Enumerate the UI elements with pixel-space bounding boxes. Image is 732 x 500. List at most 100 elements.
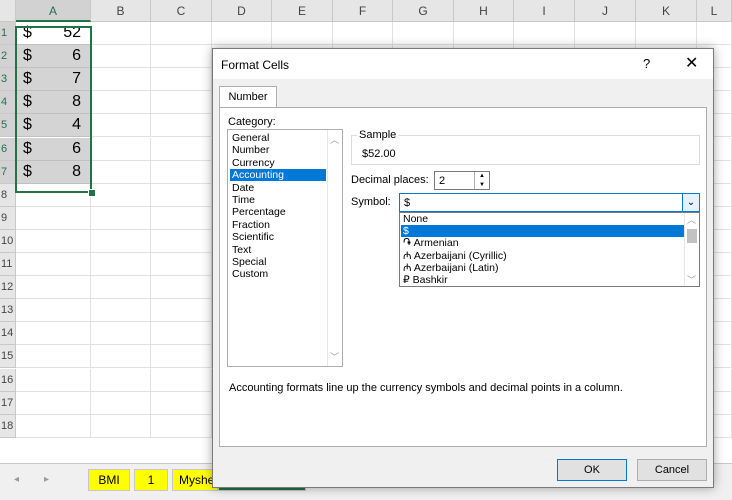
cell[interactable] [91,138,151,161]
category-item-scientific[interactable]: Scientific [230,231,326,243]
cell[interactable] [151,415,212,438]
category-item-special[interactable]: Special [230,256,326,268]
cell[interactable] [91,161,151,184]
column-header-i[interactable]: I [514,0,575,22]
cell[interactable] [16,253,91,276]
cell-a6[interactable]: $6 [16,138,91,161]
cell[interactable] [697,22,732,45]
symbol-option[interactable]: ֏ Armenian [401,237,684,249]
cell[interactable] [151,138,212,161]
cell[interactable] [393,22,454,45]
cell[interactable] [454,22,514,45]
row-header-5[interactable]: 5 [0,114,16,137]
cell[interactable] [151,114,212,137]
cell[interactable] [16,322,91,345]
cell[interactable] [151,207,212,230]
cell[interactable] [16,299,91,322]
cell[interactable] [151,392,212,415]
cell[interactable] [16,276,91,299]
cell[interactable] [16,369,91,392]
row-header-15[interactable]: 15 [0,345,16,368]
cell[interactable] [151,161,212,184]
symbol-option[interactable]: None [401,213,684,225]
category-item-fraction[interactable]: Fraction [230,219,326,231]
category-item-date[interactable]: Date [230,182,326,194]
column-header-c[interactable]: C [151,0,212,22]
cell[interactable] [91,253,151,276]
row-header-10[interactable]: 10 [0,230,16,253]
cell[interactable] [151,276,212,299]
cell[interactable] [16,392,91,415]
cell[interactable] [151,22,212,45]
category-item-number[interactable]: Number [230,144,326,156]
category-item-currency[interactable]: Currency [230,157,326,169]
tab-number[interactable]: Number [219,86,277,108]
cell[interactable] [151,91,212,114]
category-item-percentage[interactable]: Percentage [230,206,326,218]
ok-button[interactable]: OK [557,459,627,481]
cell[interactable] [16,345,91,368]
cell-a3[interactable]: $7 [16,68,91,91]
row-header-8[interactable]: 8 [0,184,16,207]
scroll-down-icon[interactable]: ﹀ [687,273,696,286]
category-item-time[interactable]: Time [230,194,326,206]
help-icon[interactable]: ? [643,56,650,71]
cell[interactable] [151,184,212,207]
cell[interactable] [91,207,151,230]
row-header-3[interactable]: 3 [0,68,16,91]
scroll-thumb[interactable] [687,229,697,243]
cell[interactable] [514,22,575,45]
symbol-option[interactable]: ₼ Azerbaijani (Cyrillic) [401,250,684,262]
cell[interactable] [91,415,151,438]
symbol-dropdown[interactable]: $ ⌄ [399,193,700,212]
cell[interactable] [636,22,697,45]
cell[interactable] [272,22,333,45]
column-header-g[interactable]: G [393,0,454,22]
row-header-13[interactable]: 13 [0,299,16,322]
category-item-accounting[interactable]: Accounting [230,169,326,182]
cell[interactable] [91,345,151,368]
cell[interactable] [91,68,151,91]
cell[interactable] [91,184,151,207]
column-header-a[interactable]: A [16,0,91,22]
cell[interactable] [212,22,272,45]
chevron-down-icon[interactable]: ⌄ [682,194,699,211]
symbol-list-scrollbar[interactable]: ︿ ﹀ [684,213,699,286]
cell[interactable] [333,22,393,45]
next-sheet-arrow-icon[interactable]: ▸ [44,474,49,485]
category-item-custom[interactable]: Custom [230,268,326,280]
symbol-value[interactable]: $ [404,197,410,209]
symbol-option[interactable]: ₽ Bashkir [401,274,684,286]
cancel-button[interactable]: Cancel [637,459,707,481]
cell[interactable] [91,22,151,45]
cell[interactable] [151,45,212,68]
scroll-up-icon[interactable]: ︿ [687,213,696,226]
cell-a4[interactable]: $8 [16,91,91,114]
row-header-7[interactable]: 7 [0,161,16,184]
row-header-1[interactable]: 1 [0,22,16,45]
column-header-k[interactable]: K [636,0,697,22]
cell[interactable] [151,68,212,91]
row-header-12[interactable]: 12 [0,276,16,299]
row-header-18[interactable]: 18 [0,415,16,438]
cell[interactable] [151,322,212,345]
cell-a5[interactable]: $4 [16,114,91,137]
symbol-option[interactable]: $ [401,225,684,238]
row-header-16[interactable]: 16 [0,369,16,392]
category-item-general[interactable]: General [230,132,326,144]
cell[interactable] [91,230,151,253]
sheet-tab-1[interactable]: 1 [134,469,168,491]
category-item-text[interactable]: Text [230,244,326,256]
row-header-11[interactable]: 11 [0,253,16,276]
column-header-f[interactable]: F [333,0,393,22]
cell[interactable] [91,276,151,299]
cell[interactable] [91,114,151,137]
cell[interactable] [91,91,151,114]
category-list[interactable]: General Number Currency Accounting Date Time P… [227,129,343,367]
fill-handle[interactable] [88,189,96,197]
column-header-d[interactable]: D [212,0,272,22]
row-header-2[interactable]: 2 [0,45,16,68]
column-header-h[interactable]: H [454,0,514,22]
cell[interactable] [16,184,91,207]
cell-a2[interactable]: $6 [16,45,91,68]
